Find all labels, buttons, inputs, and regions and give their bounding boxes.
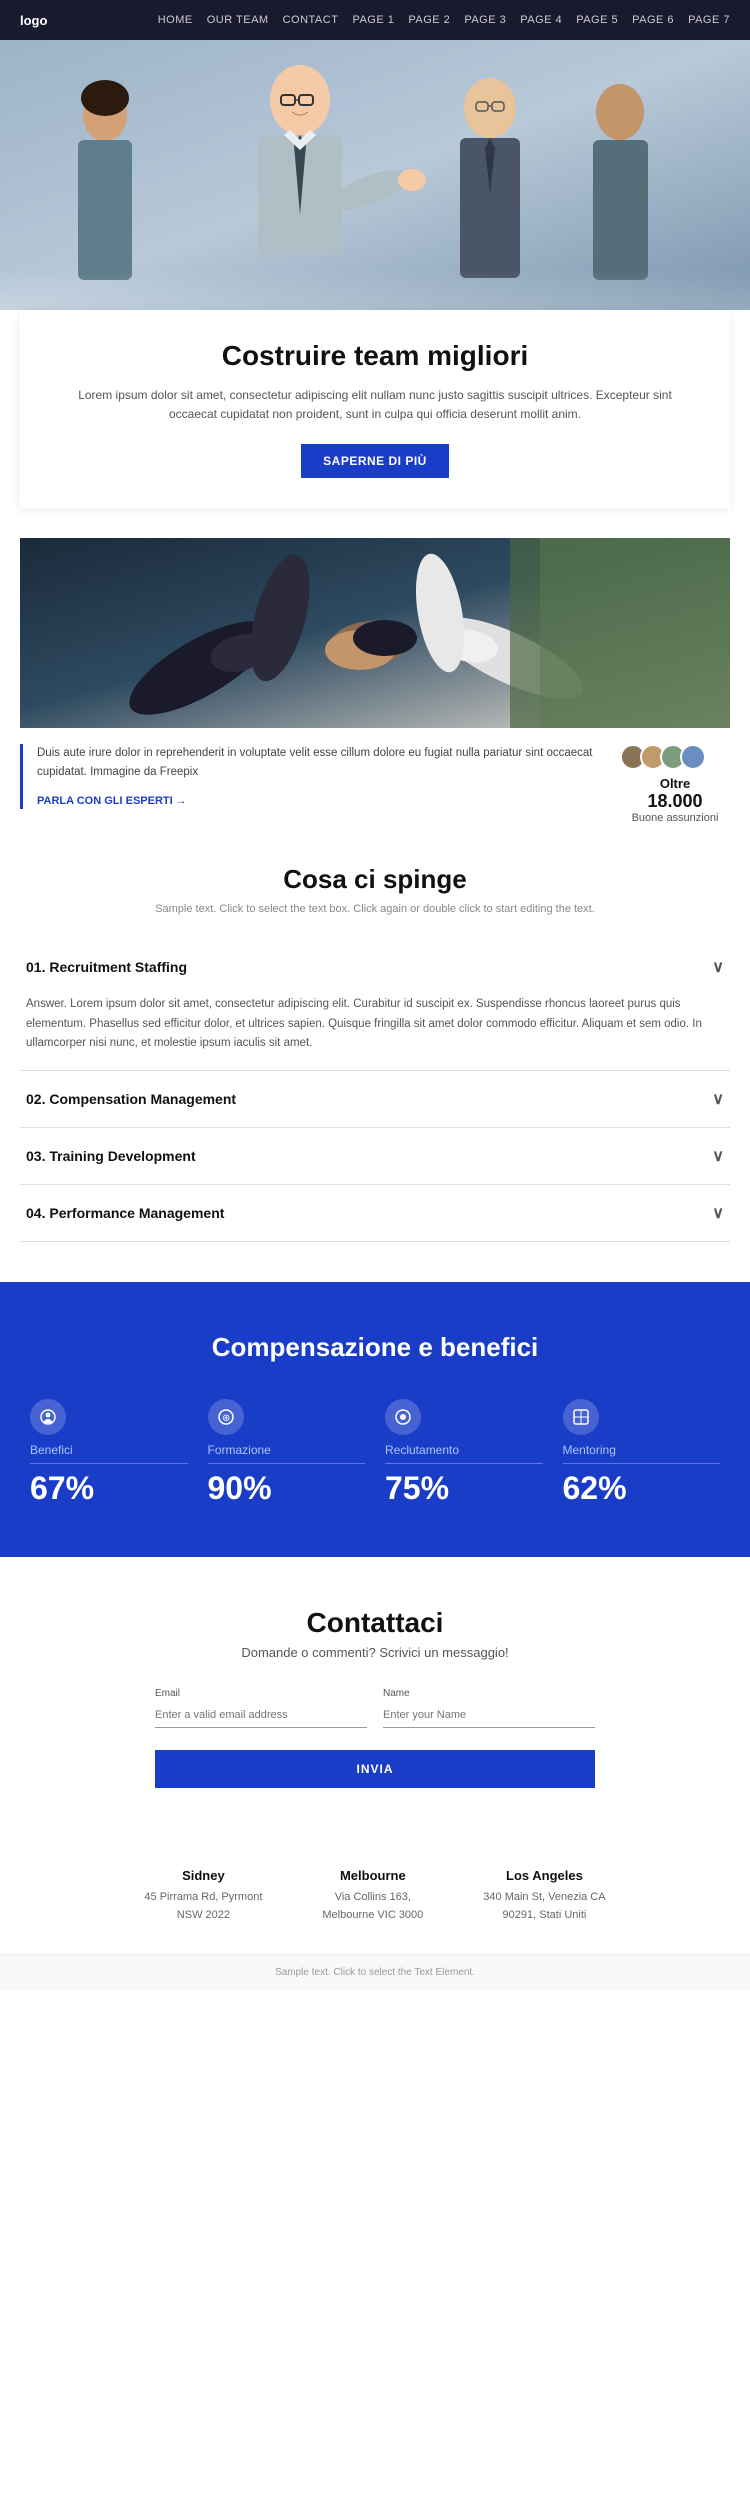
accordion-label-4: 04. Performance Management [26, 1205, 224, 1221]
office-city-2: Melbourne [322, 1868, 423, 1883]
benefit-pct-2: 90% [208, 1470, 366, 1507]
nav-page1[interactable]: PAGE 1 [352, 14, 394, 26]
nav-page5[interactable]: PAGE 5 [576, 14, 618, 26]
benefit-label-1: Benefici [30, 1443, 188, 1464]
team-svg [20, 538, 730, 728]
contact-subtitle: Domande o commenti? Scrivici un messaggi… [30, 1645, 720, 1660]
nav-page2[interactable]: PAGE 2 [408, 14, 450, 26]
accordion-title: Cosa ci spinge [20, 864, 730, 895]
office-melbourne: Melbourne Via Collins 163, Melbourne VIC… [322, 1868, 423, 1924]
office-sidney: Sidney 45 Pirrama Rd, Pyrmont NSW 2022 [144, 1868, 262, 1924]
navbar: logo HOME OUR TEAM CONTACT PAGE 1 PAGE 2… [0, 0, 750, 40]
nav-page3[interactable]: PAGE 3 [464, 14, 506, 26]
office-city-1: Sidney [144, 1868, 262, 1883]
benefit-item-3: Reclutamento 75% [385, 1399, 543, 1507]
hero-card: Costruire team migliori Lorem ipsum dolo… [20, 310, 730, 508]
benefit-pct-3: 75% [385, 1470, 543, 1507]
hero-description: Lorem ipsum dolor sit amet, consectetur … [60, 386, 690, 424]
formazione-icon: ⊕ [208, 1399, 244, 1435]
benefici-icon [30, 1399, 66, 1435]
chevron-down-icon: ∨ [712, 1089, 724, 1109]
team-content: Duis aute irure dolor in reprehenderit i… [20, 744, 730, 824]
benefit-item-4: Mentoring 62% [563, 1399, 721, 1507]
hero-svg [0, 40, 750, 310]
benefit-pct-1: 67% [30, 1470, 188, 1507]
name-group: Name [383, 1688, 595, 1728]
benefit-pct-4: 62% [563, 1470, 721, 1507]
benefits-section: Compensazione e benefici Benefici 67% ⊕ … [0, 1282, 750, 1557]
accordion-header-3[interactable]: 03. Training Development ∨ [20, 1128, 730, 1184]
accordion-item-1: 01. Recruitment Staffing ∨ Answer. Lorem… [20, 939, 730, 1071]
nav-links: HOME OUR TEAM CONTACT PAGE 1 PAGE 2 PAGE… [158, 14, 730, 26]
office-address-3: 340 Main St, Venezia CA 90291, Stati Uni… [483, 1889, 605, 1924]
nav-our-team[interactable]: OUR TEAM [207, 14, 269, 26]
benefit-item-1: Benefici 67% [30, 1399, 188, 1507]
name-label: Name [383, 1688, 595, 1699]
accordion-item-4: 04. Performance Management ∨ [20, 1185, 730, 1242]
accordion-section: Cosa ci spinge Sample text. Click to sel… [0, 824, 750, 1282]
office-address-1: 45 Pirrama Rd, Pyrmont NSW 2022 [144, 1889, 262, 1924]
team-stats: Oltre 18.000 Buone assunzioni [620, 744, 730, 824]
benefits-title: Compensazione e benefici [30, 1332, 720, 1363]
stats-oltre: Oltre [620, 776, 730, 791]
nav-page7[interactable]: PAGE 7 [688, 14, 730, 26]
email-input[interactable] [155, 1703, 367, 1728]
accordion-label-1: 01. Recruitment Staffing [26, 959, 187, 975]
team-image [20, 538, 730, 728]
avatar-group [620, 744, 730, 770]
stats-label: Buone assunzioni [620, 812, 730, 824]
submit-button[interactable]: INVIA [155, 1750, 595, 1788]
team-description: Duis aute irure dolor in reprehenderit i… [37, 744, 600, 781]
benefit-label-2: Formazione [208, 1443, 366, 1464]
nav-page6[interactable]: PAGE 6 [632, 14, 674, 26]
footer-note: Sample text. Click to select the Text El… [0, 1954, 750, 1990]
chevron-down-icon: ∨ [712, 1146, 724, 1166]
office-city-3: Los Angeles [483, 1868, 605, 1883]
benefit-label-4: Mentoring [563, 1443, 721, 1464]
accordion-label-2: 02. Compensation Management [26, 1091, 236, 1107]
nav-contact[interactable]: CONTACT [283, 14, 339, 26]
accordion-subtitle: Sample text. Click to select the text bo… [20, 903, 730, 915]
accordion-body-1: Answer. Lorem ipsum dolor sit amet, cons… [20, 995, 730, 1070]
stats-number: 18.000 [620, 791, 730, 812]
email-group: Email [155, 1688, 367, 1728]
svg-text:⊕: ⊕ [222, 1413, 230, 1424]
accordion-label-3: 03. Training Development [26, 1148, 196, 1164]
benefit-label-3: Reclutamento [385, 1443, 543, 1464]
team-text-block: Duis aute irure dolor in reprehenderit i… [20, 744, 600, 809]
accordion-header-4[interactable]: 04. Performance Management ∨ [20, 1185, 730, 1241]
office-address-2: Via Collins 163, Melbourne VIC 3000 [322, 1889, 423, 1924]
benefits-grid: Benefici 67% ⊕ Formazione 90% Reclutamen… [30, 1399, 720, 1507]
chevron-down-icon: ∨ [712, 1203, 724, 1223]
team-cta-link[interactable]: PARLA CON GLI ESPERTI → [37, 795, 187, 807]
accordion-header-2[interactable]: 02. Compensation Management ∨ [20, 1071, 730, 1127]
hero-image [0, 40, 750, 310]
form-row: Email Name [155, 1688, 595, 1728]
contact-title: Contattaci [30, 1607, 720, 1639]
contact-section: Contattaci Domande o commenti? Scrivici … [0, 1557, 750, 1838]
hero-cta-button[interactable]: SAPERNE DI PIÙ [301, 444, 449, 478]
nav-home[interactable]: HOME [158, 14, 193, 26]
contact-form: Email Name INVIA [155, 1688, 595, 1788]
office-losangeles: Los Angeles 340 Main St, Venezia CA 9029… [483, 1868, 605, 1924]
nav-page4[interactable]: PAGE 4 [520, 14, 562, 26]
reclutamento-icon [385, 1399, 421, 1435]
team-section: Duis aute irure dolor in reprehenderit i… [0, 538, 750, 824]
mentoring-icon [563, 1399, 599, 1435]
chevron-down-icon: ∨ [712, 957, 724, 977]
accordion-item-2: 02. Compensation Management ∨ [20, 1071, 730, 1128]
hero-title: Costruire team migliori [60, 340, 690, 372]
name-input[interactable] [383, 1703, 595, 1728]
offices-section: Sidney 45 Pirrama Rd, Pyrmont NSW 2022 M… [0, 1838, 750, 1954]
avatar [680, 744, 706, 770]
logo[interactable]: logo [20, 13, 47, 28]
accordion-header-1[interactable]: 01. Recruitment Staffing ∨ [20, 939, 730, 995]
email-label: Email [155, 1688, 367, 1699]
accordion-item-3: 03. Training Development ∨ [20, 1128, 730, 1185]
benefit-item-2: ⊕ Formazione 90% [208, 1399, 366, 1507]
